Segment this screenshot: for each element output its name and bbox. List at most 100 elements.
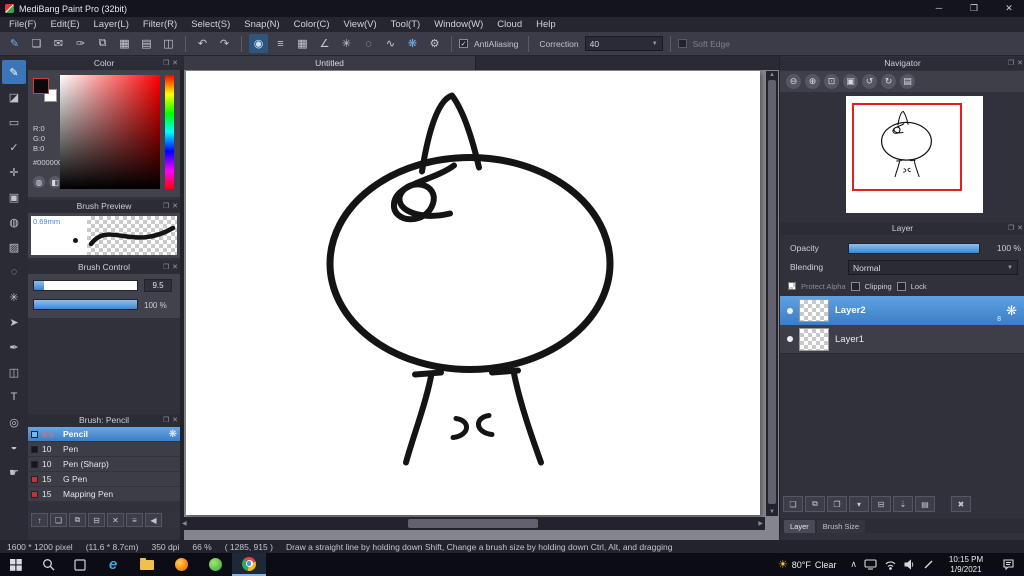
text-tool[interactable]: T: [2, 385, 26, 409]
opacity-slider[interactable]: [848, 243, 980, 254]
undo-icon[interactable]: ↶: [193, 34, 212, 53]
layer-row-layer2[interactable]: Layer2 8 ❋: [780, 296, 1024, 325]
menu-tool[interactable]: Tool(T): [384, 17, 428, 32]
hand-tool[interactable]: ☛: [2, 460, 26, 484]
menu-layer[interactable]: Layer(L): [87, 17, 136, 32]
menu-view[interactable]: View(V): [337, 17, 384, 32]
brush-item-pen-sharp[interactable]: 10 Pen (Sharp): [28, 457, 180, 472]
brush-file-icon[interactable]: ✑: [71, 34, 90, 53]
popout-icon[interactable]: ❐: [163, 261, 169, 274]
web-color-icon[interactable]: ◍: [33, 176, 45, 188]
collapse-panel-icon[interactable]: ◀: [145, 513, 162, 527]
mesh-icon[interactable]: ▦: [293, 34, 312, 53]
layout-icon[interactable]: ◫: [159, 34, 178, 53]
brush-tool[interactable]: ✎: [2, 60, 26, 84]
brush-circle-icon[interactable]: ◉: [249, 34, 268, 53]
brush-item-g-pen[interactable]: 15 G Pen: [28, 472, 180, 487]
brush-settings-icon[interactable]: ❋: [169, 429, 177, 440]
volume-icon[interactable]: [904, 559, 916, 570]
menu-cloud[interactable]: Cloud: [490, 17, 529, 32]
close-icon[interactable]: ✕: [172, 200, 178, 213]
vertical-scrollbar[interactable]: ▲ ▼: [766, 71, 778, 516]
taskbar-edge[interactable]: e: [96, 553, 130, 576]
zoom-in-icon[interactable]: ⊕: [805, 74, 820, 89]
navigator-thumbnail[interactable]: [846, 96, 983, 213]
task-view-button[interactable]: [64, 553, 96, 576]
angle-icon[interactable]: ∠: [315, 34, 334, 53]
taskbar-clock[interactable]: 10:15 PM 1/9/2021: [940, 555, 992, 575]
marquee-select-tool[interactable]: ▭: [2, 110, 26, 134]
add-layer-icon[interactable]: ❏: [783, 496, 803, 512]
duplicate-layer-icon[interactable]: ⧉: [805, 496, 825, 512]
menu-color[interactable]: Color(C): [287, 17, 337, 32]
popout-icon[interactable]: ❐: [163, 200, 169, 213]
pen-input-icon[interactable]: [923, 559, 934, 570]
close-icon[interactable]: ✕: [172, 57, 178, 70]
select-pen-tool[interactable]: ✓: [2, 135, 26, 159]
menu-edit[interactable]: Edit(E): [43, 17, 86, 32]
hidden-icons-chevron[interactable]: ∧: [850, 559, 857, 570]
saturation-value-picker[interactable]: [60, 75, 160, 189]
menu-file[interactable]: File(F): [2, 17, 43, 32]
merge-down-icon[interactable]: ⇣: [893, 496, 913, 512]
hue-slider[interactable]: [165, 75, 174, 189]
popout-icon[interactable]: ❐: [1008, 57, 1014, 70]
scroll-right-icon[interactable]: ▶: [758, 520, 763, 527]
action-center-button[interactable]: [992, 553, 1024, 576]
popout-icon[interactable]: ❐: [163, 57, 169, 70]
panel-splitter[interactable]: [180, 56, 184, 540]
close-button[interactable]: ✕: [994, 0, 1024, 17]
divide-tool[interactable]: ◫: [2, 360, 26, 384]
close-icon[interactable]: ✕: [1017, 222, 1023, 235]
search-button[interactable]: [32, 553, 64, 576]
taskbar-weather[interactable]: ☀ 80°F Clear: [770, 558, 845, 571]
start-button[interactable]: [0, 553, 32, 576]
menu-window[interactable]: Window(W): [427, 17, 490, 32]
maximize-button[interactable]: ❐: [959, 0, 989, 17]
antialiasing-checkbox[interactable]: ✓: [459, 39, 468, 48]
vertical-scroll-thumb[interactable]: [768, 80, 776, 504]
folder-icon[interactable]: ⊟: [88, 513, 105, 527]
ellipse-icon[interactable]: ◌: [359, 34, 378, 53]
delete-layer-icon[interactable]: ✖: [951, 496, 971, 512]
add-brush-icon[interactable]: ❏: [50, 513, 67, 527]
snap-gear-icon[interactable]: ❋: [403, 34, 422, 53]
rasterize-icon[interactable]: ▤: [915, 496, 935, 512]
save-icon[interactable]: ❏: [27, 34, 46, 53]
layer-menu-icon[interactable]: ▾: [849, 496, 869, 512]
wifi-icon[interactable]: [884, 559, 897, 570]
duplicate-brush-icon[interactable]: ⧉: [69, 513, 86, 527]
taskbar-chrome[interactable]: [232, 553, 266, 576]
parallel-lines-icon[interactable]: ≡: [271, 34, 290, 53]
comment-icon[interactable]: ✉: [49, 34, 68, 53]
brush-opacity-slider[interactable]: [33, 299, 138, 310]
snap-tool[interactable]: ◎: [2, 410, 26, 434]
clipping-checkbox[interactable]: [850, 281, 860, 291]
layer-visibility-toggle[interactable]: [787, 336, 793, 342]
redo-icon[interactable]: ↷: [215, 34, 234, 53]
close-icon[interactable]: ✕: [172, 414, 178, 427]
copy-icon[interactable]: ⧉: [93, 34, 112, 53]
close-icon[interactable]: ✕: [1017, 57, 1023, 70]
taskbar-green-app[interactable]: [198, 553, 232, 576]
gear-icon[interactable]: ⚙: [425, 34, 444, 53]
move-tool[interactable]: ✛: [2, 160, 26, 184]
grid-icon[interactable]: ▦: [115, 34, 134, 53]
reset-view-icon[interactable]: ▤: [900, 74, 915, 89]
fit-window-icon[interactable]: ⊡: [824, 74, 839, 89]
shape-tool[interactable]: ▣: [2, 185, 26, 209]
arrow-up-icon[interactable]: ↑: [31, 513, 48, 527]
pen-icon[interactable]: ✎: [5, 34, 24, 53]
curve-icon[interactable]: ∿: [381, 34, 400, 53]
eyedropper-tool[interactable]: ◒: [2, 435, 26, 459]
horizontal-scrollbar[interactable]: ◀ ▶: [180, 517, 765, 530]
table-icon[interactable]: ▤: [137, 34, 156, 53]
taskbar-firefox[interactable]: [164, 553, 198, 576]
scroll-down-icon[interactable]: ▼: [769, 509, 775, 515]
tab-brush-size[interactable]: Brush Size: [816, 520, 866, 533]
operation-tool[interactable]: ➤: [2, 310, 26, 334]
eraser-tool[interactable]: ◪: [2, 85, 26, 109]
layer-settings-icon[interactable]: ❋: [1006, 303, 1017, 319]
taskbar-file-explorer[interactable]: [130, 553, 164, 576]
correction-dropdown[interactable]: 40 ▼: [584, 36, 663, 51]
